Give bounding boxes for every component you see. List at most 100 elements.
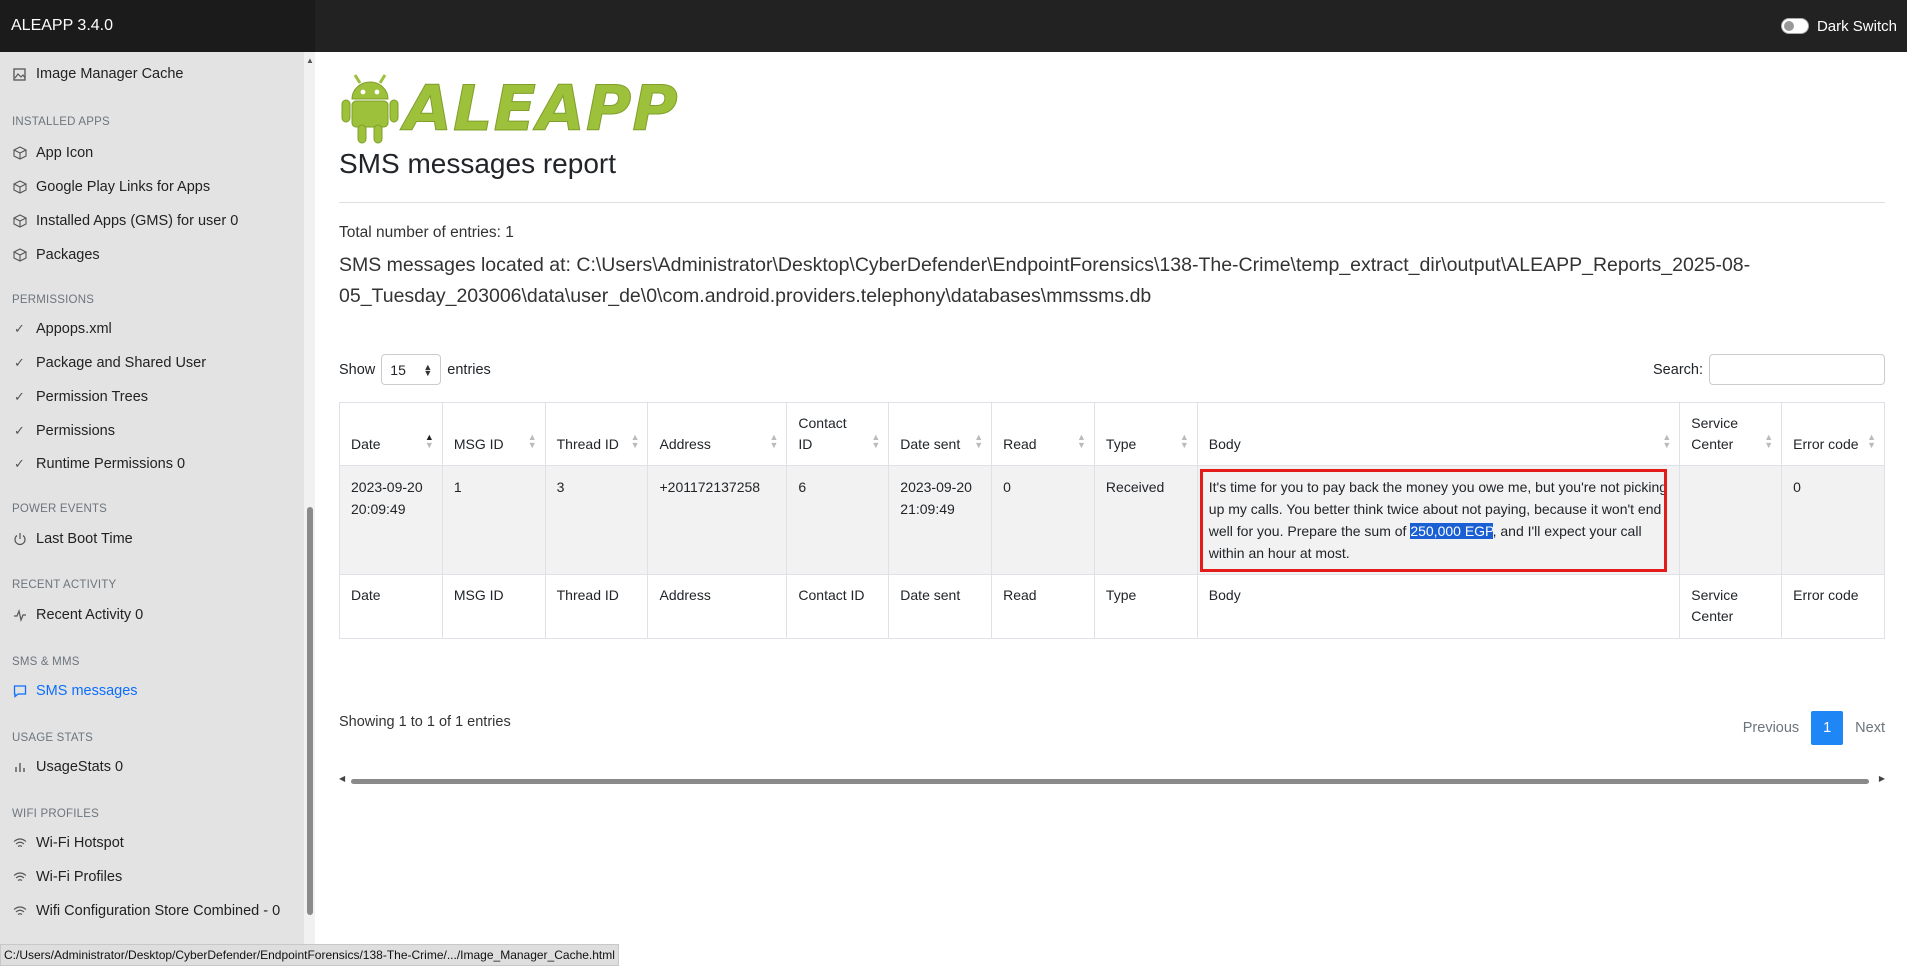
dark-switch[interactable]: Dark Switch bbox=[1780, 0, 1897, 52]
sidebar-scrollbar-thumb[interactable] bbox=[307, 507, 313, 915]
package-icon bbox=[12, 146, 27, 161]
check-icon: ✓ bbox=[14, 355, 25, 370]
sidebar-item-wifi-hotspot[interactable]: Wi-Fi Hotspot bbox=[12, 833, 124, 853]
sidebar-item-appops[interactable]: ✓ Appops.xml bbox=[12, 319, 112, 339]
sidebar-item-package-shared-user[interactable]: ✓ Package and Shared User bbox=[12, 353, 206, 373]
sort-icon: ▲ ▼ bbox=[769, 432, 779, 450]
sidebar-item-permissions[interactable]: ✓ Permissions bbox=[12, 421, 115, 441]
horizontal-scrollbar[interactable]: ◀ ▶ bbox=[339, 774, 1885, 788]
scroll-right-arrow-icon[interactable]: ▶ bbox=[1879, 774, 1885, 783]
col-header-address[interactable]: Address ▲ ▼ bbox=[647, 402, 788, 466]
sidebar-item-label: Packages bbox=[36, 247, 100, 263]
col-header-contact-id[interactable]: Contact ID ▲ ▼ bbox=[786, 402, 890, 466]
col-header-body[interactable]: Body ▲ ▼ bbox=[1196, 402, 1681, 466]
col-header-type[interactable]: Type ▲ ▼ bbox=[1093, 402, 1198, 466]
footer-read: Read bbox=[991, 574, 1095, 639]
dark-switch-toggle[interactable] bbox=[1780, 18, 1809, 34]
check-icon: ✓ bbox=[14, 321, 25, 336]
col-header-label: Service Center bbox=[1691, 415, 1738, 452]
package-icon bbox=[12, 248, 27, 263]
footer-address: Address bbox=[647, 574, 788, 639]
footer-date-sent: Date sent bbox=[888, 574, 993, 639]
annotation-highlight-box bbox=[1199, 469, 1668, 572]
cell-msg-id: 1 bbox=[441, 465, 546, 575]
sort-icon: ▲ ▼ bbox=[871, 432, 881, 450]
package-icon bbox=[12, 214, 27, 229]
sidebar-item-wifi-profiles[interactable]: Wi-Fi Profiles bbox=[12, 867, 122, 887]
footer-body: Body bbox=[1196, 574, 1681, 639]
col-header-read[interactable]: Read ▲ ▼ bbox=[991, 402, 1095, 466]
sort-icon: ▲ ▼ bbox=[1077, 432, 1086, 450]
sidebar-item-label: Wi-Fi Hotspot bbox=[36, 835, 124, 851]
col-header-label: Date bbox=[351, 436, 381, 452]
col-header-error-code[interactable]: Error code ▲ ▼ bbox=[1781, 402, 1885, 466]
col-header-label: Type bbox=[1105, 436, 1137, 452]
sidebar-item-runtime-permissions[interactable]: ✓ Runtime Permissions 0 bbox=[12, 454, 185, 474]
total-entries: Total number of entries: 1 bbox=[339, 224, 514, 241]
cell-thread-id: 3 bbox=[544, 465, 649, 575]
col-header-label: Contact ID bbox=[798, 415, 847, 452]
sidebar-item-last-boot-time[interactable]: Last Boot Time bbox=[12, 529, 133, 549]
col-header-label: Thread ID bbox=[556, 436, 619, 452]
cell-read: 0 bbox=[991, 465, 1095, 575]
sidebar-item-google-play-links[interactable]: Google Play Links for Apps bbox=[12, 177, 210, 197]
col-header-label: Body bbox=[1208, 436, 1241, 452]
app-title[interactable]: ALEAPP 3.4.0 bbox=[0, 0, 315, 52]
cell-error-code: 0 bbox=[1781, 465, 1885, 575]
sidebar-item-label: Wifi Configuration Store Combined - 0 bbox=[36, 903, 281, 919]
col-header-date[interactable]: Date ▲ ▼ bbox=[339, 402, 443, 466]
db-location: SMS messages located at: C:\Users\Admini… bbox=[339, 254, 1751, 307]
sidebar-item-packages[interactable]: Packages bbox=[12, 245, 100, 265]
scroll-left-arrow-icon[interactable]: ◀ bbox=[339, 774, 345, 783]
sidebar-item-recent-activity[interactable]: Recent Activity 0 bbox=[12, 605, 143, 625]
sidebar-item-usagestats[interactable]: UsageStats 0 bbox=[12, 757, 123, 777]
footer-contact-id: Contact ID bbox=[786, 574, 890, 639]
sidebar-item-permission-trees[interactable]: ✓ Permission Trees bbox=[12, 387, 148, 407]
sidebar-item-label: Permission Trees bbox=[36, 389, 149, 405]
sidebar-item-image-manager-cache[interactable]: Image Manager Cache bbox=[12, 64, 184, 84]
wifi-icon bbox=[12, 904, 27, 919]
dark-switch-label[interactable]: Dark Switch bbox=[1817, 18, 1897, 35]
section-heading-recent-activity: RECENT ACTIVITY bbox=[12, 579, 117, 591]
search-input[interactable] bbox=[1709, 354, 1885, 385]
page-length-select[interactable]: 15 ▲ ▼ bbox=[381, 354, 442, 385]
sidebar-item-installed-apps-gms[interactable]: Installed Apps (GMS) for user 0 bbox=[12, 211, 238, 231]
page-1-button[interactable]: 1 bbox=[1811, 711, 1844, 745]
message-icon bbox=[12, 684, 27, 699]
cell-service-center bbox=[1679, 465, 1783, 575]
col-header-label: Error code bbox=[1793, 436, 1859, 452]
col-header-date-sent[interactable]: Date sent ▲ ▼ bbox=[888, 402, 993, 466]
col-header-service-center[interactable]: Service Center ▲ ▼ bbox=[1679, 402, 1783, 466]
sms-table: Date ▲ ▼ MSG ID ▲ ▼ Thread ID ▲ ▼ Address ▲ ▼ Co… bbox=[339, 402, 1885, 639]
previous-button[interactable]: Previous bbox=[1743, 720, 1799, 736]
sidebar-item-label: Google Play Links for Apps bbox=[36, 179, 211, 195]
sidebar-item-label: UsageStats 0 bbox=[36, 759, 124, 775]
col-header-label: MSG ID bbox=[453, 436, 504, 452]
col-header-thread-id[interactable]: Thread ID ▲ ▼ bbox=[544, 402, 649, 466]
sidebar-item-app-icon[interactable]: App Icon bbox=[12, 143, 93, 163]
cell-contact-id: 6 bbox=[786, 465, 890, 575]
sidebar-item-sms-messages[interactable]: SMS messages bbox=[12, 681, 138, 701]
sidebar-item-wifi-config-store[interactable]: Wifi Configuration Store Combined - 0 bbox=[12, 901, 280, 921]
sidebar-item-label: Wi-Fi Profiles bbox=[36, 869, 123, 885]
footer-thread-id: Thread ID bbox=[544, 574, 649, 639]
col-header-label: Date sent bbox=[900, 436, 961, 452]
page-length-control: Show 15 ▲ ▼ entries bbox=[339, 354, 491, 385]
showing-info: Showing 1 to 1 of 1 entries bbox=[339, 714, 511, 730]
sidebar-item-label: Image Manager Cache bbox=[36, 66, 184, 82]
divider bbox=[339, 202, 1885, 203]
bar-chart-icon bbox=[12, 760, 27, 775]
sort-icon: ▲ ▼ bbox=[1764, 432, 1774, 450]
sidebar-item-label: Appops.xml bbox=[36, 321, 112, 337]
scroll-up-arrow-icon[interactable]: ▲ bbox=[306, 56, 314, 65]
col-header-label: Address bbox=[659, 436, 711, 452]
col-header-msg-id[interactable]: MSG ID ▲ ▼ bbox=[441, 402, 546, 466]
horizontal-scrollbar-thumb[interactable] bbox=[351, 779, 1869, 784]
next-button[interactable]: Next bbox=[1855, 720, 1885, 736]
page-length-value: 15 bbox=[390, 361, 406, 378]
sort-icon: ▲ ▼ bbox=[1867, 432, 1876, 450]
table-header-row: Date ▲ ▼ MSG ID ▲ ▼ Thread ID ▲ ▼ Address ▲ ▼ Co… bbox=[339, 402, 1885, 466]
section-heading-permissions: PERMISSIONS bbox=[12, 294, 95, 306]
sidebar-item-label: Permissions bbox=[36, 423, 115, 439]
top-navbar: ALEAPP 3.4.0 Dark Switch bbox=[0, 0, 1907, 52]
